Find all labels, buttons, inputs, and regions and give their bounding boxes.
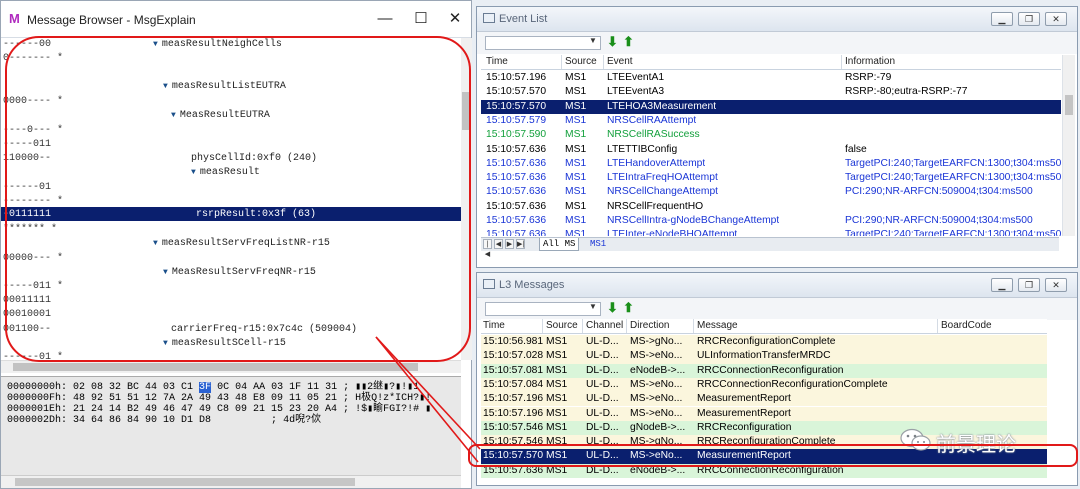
annotation-connector-lines	[375, 336, 481, 463]
